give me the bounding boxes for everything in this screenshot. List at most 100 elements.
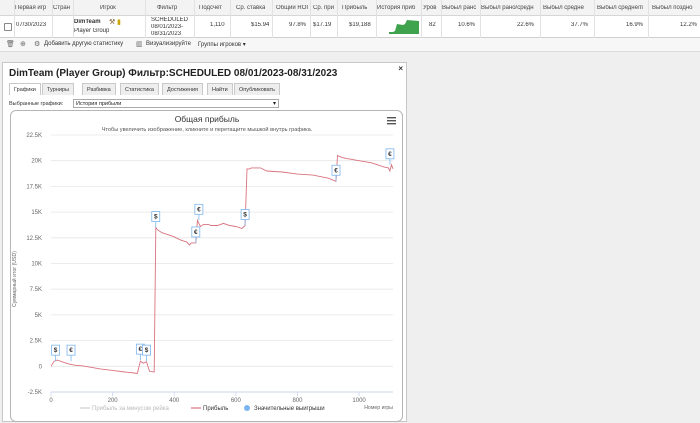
- profit-chart[interactable]: -2.5K 0 2.5K 5K 7.5K 10K 12.5K 15K 17.5K 20K 22.5K…: [11, 111, 404, 423]
- y-tick-label: 0: [39, 364, 43, 370]
- col-header-country[interactable]: Стран: [53, 5, 73, 11]
- chart-title: Общая прибыль: [175, 114, 240, 124]
- x-tick-label: 1000: [352, 398, 366, 404]
- cell-level: 82: [429, 22, 436, 28]
- big-win-symbol: €: [139, 346, 143, 353]
- player-tool-icon[interactable]: ⚒: [109, 18, 115, 26]
- y-axis-ticks: -2.5K 0 2.5K 5K 7.5K 10K 12.5K 15K 17.5K 20K 22.5K: [26, 133, 42, 396]
- big-win-flag[interactable]: €: [385, 148, 395, 165]
- add-stats-button[interactable]: Добавить другую статистику: [44, 41, 123, 47]
- cell-avg-profit: $17.19: [313, 22, 332, 28]
- x-axis-label: Номер игры: [364, 405, 393, 411]
- big-win-symbol: €: [388, 151, 392, 158]
- y-tick-label: 20K: [31, 159, 42, 165]
- legend-item-net-of-rake[interactable]: Прибыль за минусом рейка: [92, 405, 170, 412]
- chevron-down-icon: ▾: [272, 101, 276, 107]
- chart-icon: ▥: [136, 41, 143, 48]
- big-win-flag[interactable]: €: [66, 344, 76, 362]
- table-toolbar: 🗑 ⊕ ⚙ Добавить другую статистику ▥ Визуа…: [0, 38, 700, 52]
- cell-player-name[interactable]: DimTeam: [74, 19, 101, 25]
- cell-count: 1,110: [210, 22, 225, 28]
- x-tick-label: 800: [292, 398, 303, 404]
- legend-item-profit[interactable]: Прибыль: [203, 406, 228, 412]
- col-header-early-mid-out[interactable]: Выбыл рано/средн: [481, 5, 537, 11]
- trash-icon[interactable]: 🗑: [6, 40, 15, 48]
- dialog-title: DimTeam (Player Group) Фильтр:SCHEDULED …: [9, 68, 338, 79]
- y-tick-label: 7.5K: [30, 287, 42, 293]
- pin-icon[interactable]: ⊕: [20, 40, 26, 48]
- col-header-mid-late-out[interactable]: Выбыл средне/п: [597, 5, 643, 11]
- col-header-profit[interactable]: Прибыль: [342, 5, 367, 11]
- cell-player-group: Player Group: [74, 28, 110, 34]
- y-tick-label: 2.5K: [30, 339, 42, 345]
- big-win-markers: $ € € $$€€$€€: [51, 148, 395, 362]
- cell-total-roi: 97.8%: [289, 22, 307, 28]
- chart-select[interactable]: История прибыли ▾: [73, 99, 279, 108]
- col-header-level[interactable]: Уров: [423, 5, 440, 11]
- x-tick-label: 400: [169, 398, 180, 404]
- col-header-first-game[interactable]: Первая игр: [15, 5, 46, 11]
- cell-mid-late-out: 16.9%: [626, 22, 644, 28]
- tab-breakdown[interactable]: Разбивка: [82, 83, 116, 95]
- table-header-row: Первая игр Стран Игрок Фильтр Подсчет Ср…: [0, 0, 700, 16]
- col-header-count[interactable]: Подсчет: [199, 5, 222, 11]
- chart-select-label: Выбранные графики:: [9, 101, 64, 107]
- row-select-checkbox[interactable]: [4, 23, 12, 31]
- player-groups-dropdown[interactable]: Группы игроков ▾: [198, 41, 246, 48]
- col-header-total-roi[interactable]: Общий ROI: [276, 5, 308, 11]
- col-header-filter[interactable]: Фильтр: [157, 5, 177, 11]
- tab-charts[interactable]: Графики: [9, 83, 41, 95]
- tab-publish[interactable]: Опубликовать: [234, 83, 280, 95]
- y-tick-label: 15K: [31, 210, 42, 216]
- tab-statistics[interactable]: Статистика: [120, 83, 159, 95]
- col-header-avg-stake[interactable]: Ср. ставка: [236, 5, 265, 11]
- big-win-flag[interactable]: €: [194, 203, 204, 221]
- player-note-icon[interactable]: ▮: [117, 18, 121, 26]
- col-header-late-out[interactable]: Выбыл поздно: [652, 5, 699, 11]
- profit-history-sparkline: [389, 20, 419, 34]
- tab-find[interactable]: Найти: [207, 83, 233, 95]
- results-table: Первая игр Стран Игрок Фильтр Подсчет Ср…: [0, 0, 700, 38]
- y-axis-label: Суммарный итог (USD): [11, 251, 18, 307]
- col-header-mid-out[interactable]: Выбыл средне: [543, 5, 587, 11]
- big-win-flag[interactable]: $: [240, 209, 250, 226]
- player-groups-label: Группы игроков: [198, 42, 242, 48]
- x-axis-ticks: 0 200 400 600 800 1000: [49, 391, 393, 404]
- chart-container[interactable]: -2.5K 0 2.5K 5K 7.5K 10K 12.5K 15K 17.5K 20K 22.5K…: [10, 110, 403, 422]
- col-header-early-out[interactable]: Выбыл ранс: [442, 5, 478, 11]
- big-win-flag[interactable]: €: [191, 226, 201, 243]
- y-tick-label: 22.5K: [26, 133, 42, 139]
- tab-achievements[interactable]: Достижения: [162, 83, 204, 95]
- hamburger-menu-icon[interactable]: [387, 117, 396, 125]
- big-win-symbol: $: [54, 347, 58, 354]
- big-win-flag[interactable]: €: [331, 164, 341, 182]
- cell-late-out: 12.2%: [680, 22, 698, 28]
- cell-filter-line1: SCHEDULED: [151, 17, 189, 23]
- player-stats-dialog: DimTeam (Player Group) Фильтр:SCHEDULED …: [2, 62, 407, 422]
- big-win-flag[interactable]: $: [51, 344, 61, 362]
- visualize-button[interactable]: Визуализируйте: [146, 41, 191, 47]
- big-win-symbol: $: [145, 347, 149, 354]
- tab-tournaments[interactable]: Турниры: [42, 83, 74, 95]
- legend-item-big-wins[interactable]: Значительные выигрыши: [254, 406, 325, 412]
- close-icon[interactable]: ×: [398, 64, 403, 73]
- y-tick-label: 12.5K: [26, 236, 42, 242]
- x-tick-label: 200: [108, 398, 119, 404]
- col-header-avg-profit[interactable]: Ср. при: [313, 5, 335, 11]
- chevron-down-icon: ▾: [242, 42, 246, 48]
- cell-first-game: 07/30/2023: [16, 22, 47, 28]
- cell-profit: $19,188: [349, 22, 371, 28]
- big-win-symbol: $: [243, 211, 247, 218]
- col-header-player[interactable]: Игрок: [100, 5, 116, 11]
- cell-avg-stake: $15.94: [251, 22, 270, 28]
- big-win-symbol: $: [154, 214, 158, 221]
- big-win-flag[interactable]: $: [142, 344, 151, 362]
- chart-select-row: Выбранные графики: История прибыли ▾: [9, 99, 279, 108]
- y-tick-label: -2.5K: [28, 390, 42, 396]
- big-win-flag[interactable]: $: [151, 211, 161, 228]
- col-header-profit-history[interactable]: История приб: [377, 5, 419, 11]
- cell-filter-line2: 08/01/2023-: [151, 24, 184, 30]
- chart-subtitle: Чтобы увеличить изображение, кликните и …: [102, 126, 313, 133]
- wrench-icon: ⚙: [34, 41, 41, 48]
- cell-early-out: 10.6%: [458, 22, 476, 28]
